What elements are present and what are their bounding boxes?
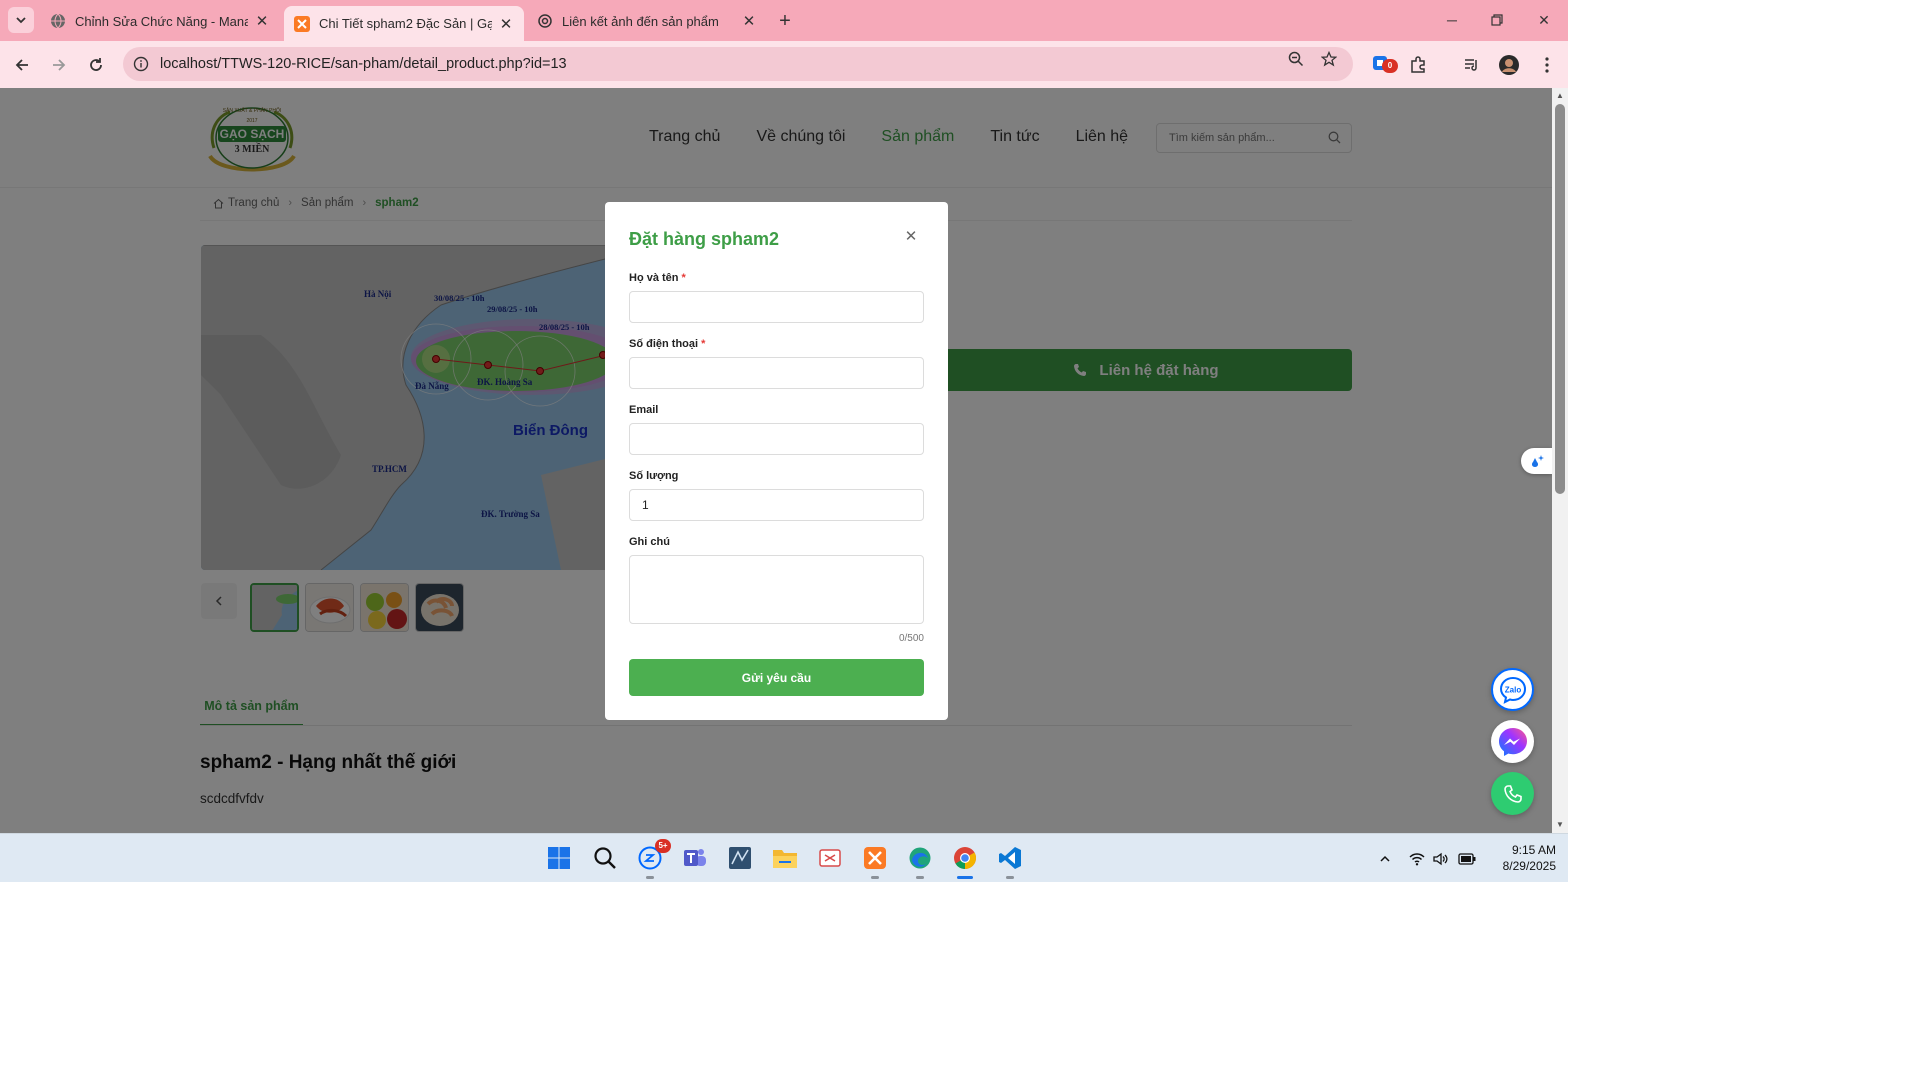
restore-button[interactable]: [1482, 8, 1512, 32]
extension-counter-icon[interactable]: 0: [1370, 53, 1398, 77]
zalo-chat-button[interactable]: Zalo: [1491, 668, 1534, 711]
phone-label-text: Số điện thoại: [629, 338, 699, 350]
close-icon[interactable]: ✕: [741, 13, 757, 30]
page-viewport: SẢN XUẤT & PHÂN PHỐI 2017 GẠO SẠCH 3 MIỀ…: [0, 88, 1552, 833]
char-counter: 0/500: [898, 633, 924, 644]
scroll-down-icon[interactable]: ▼: [1555, 820, 1565, 830]
reload-button[interactable]: [82, 51, 110, 79]
quantity-label: Số lượng: [629, 470, 679, 482]
back-button[interactable]: [8, 51, 36, 79]
zalo-app-icon[interactable]: 5+: [635, 839, 671, 879]
zalo-label: Zalo: [1504, 685, 1521, 694]
name-field[interactable]: [629, 291, 924, 323]
edge-icon[interactable]: [905, 843, 935, 879]
mysql-workbench-icon[interactable]: [725, 843, 755, 873]
tab-strip: Chỉnh Sửa Chức Năng - Manage ✕ Chi Tiết …: [0, 0, 1568, 41]
name-label: Họ và tên *: [629, 272, 686, 284]
tab-manage[interactable]: Chỉnh Sửa Chức Năng - Manage ✕: [40, 6, 280, 36]
zalo-notification-badge: 5+: [655, 839, 671, 853]
arrow-right-icon: [53, 59, 66, 71]
windows-start-icon[interactable]: [544, 843, 574, 873]
submit-request-button[interactable]: Gửi yêu cầu: [629, 659, 924, 696]
ai-assistant-button[interactable]: [1521, 448, 1552, 474]
clock-time: 9:15 AM: [1511, 843, 1556, 857]
order-modal: Đặt hàng spham2 ✕ Họ và tên * Số điện tho…: [605, 202, 948, 720]
chrome-icon[interactable]: [950, 843, 980, 879]
required-mark: *: [701, 338, 706, 350]
battery-icon[interactable]: [1458, 850, 1476, 868]
forward-button[interactable]: [45, 51, 73, 79]
running-indicator: [646, 876, 654, 879]
required-mark: *: [681, 272, 686, 284]
address-bar[interactable]: localhost/TTWS-120-RICE/san-pham/detail_…: [123, 47, 1353, 81]
teams-icon[interactable]: [680, 843, 710, 873]
openai-icon: [537, 13, 553, 29]
phone-field[interactable]: [629, 357, 924, 389]
note-field[interactable]: [629, 555, 924, 624]
tab-product-detail[interactable]: Chi Tiết spham2 Đặc Sản | Gạo Sạch ✕: [284, 6, 524, 41]
xampp-app-icon[interactable]: [860, 843, 890, 879]
tab-title: Chi Tiết spham2 Đặc Sản | Gạo Sạch: [319, 16, 492, 31]
note-label: Ghi chú: [629, 536, 670, 548]
close-icon[interactable]: ✕: [903, 229, 919, 245]
kebab-menu-icon[interactable]: [1535, 53, 1559, 77]
tab-link-image[interactable]: Liên kết ảnh đến sản phẩm ✕: [527, 6, 767, 36]
quantity-field[interactable]: [629, 489, 924, 521]
new-tab-button[interactable]: +: [772, 8, 798, 34]
close-window-button[interactable]: ✕: [1529, 8, 1559, 32]
chevron-up-icon[interactable]: [1376, 850, 1394, 868]
messenger-icon: [1498, 727, 1527, 756]
xampp-icon: [294, 15, 310, 32]
name-label-text: Họ và tên: [629, 272, 679, 284]
restore-icon: [1491, 14, 1503, 26]
tab-title: Chỉnh Sửa Chức Năng - Manage: [75, 13, 248, 29]
sparkle-icon: [1531, 455, 1544, 467]
snipping-tool-icon[interactable]: [815, 843, 845, 873]
reload-icon: [90, 58, 102, 71]
modal-title: Đặt hàng spham2: [629, 229, 780, 249]
zoom-icon[interactable]: [1286, 49, 1306, 69]
running-indicator: [1006, 876, 1014, 879]
file-explorer-icon[interactable]: [770, 843, 800, 873]
zalo-icon: Zalo: [1499, 676, 1526, 704]
running-indicator: [957, 876, 973, 879]
email-label: Email: [629, 404, 659, 416]
page-scrollbar[interactable]: ▲ ▼: [1552, 88, 1568, 833]
vscode-icon[interactable]: [995, 843, 1025, 879]
system-clock[interactable]: 9:15 AM 8/29/2025: [1486, 842, 1556, 874]
phone-label: Số điện thoại *: [629, 338, 705, 350]
email-field[interactable]: [629, 423, 924, 455]
globe-icon: [50, 13, 66, 29]
close-icon[interactable]: ✕: [498, 16, 514, 33]
tab-search-button[interactable]: [8, 7, 34, 33]
clock-date: 8/29/2025: [1502, 859, 1556, 873]
browser-chrome: Chỉnh Sửa Chức Năng - Manage ✕ Chi Tiết …: [0, 0, 1568, 88]
url-text: localhost/TTWS-120-RICE/san-pham/detail_…: [160, 56, 567, 72]
site-info-icon[interactable]: [126, 49, 156, 79]
extension-badge: 0: [1382, 59, 1398, 73]
running-indicator: [916, 876, 924, 879]
phone-icon: [1503, 784, 1522, 803]
chevron-down-icon: [16, 17, 26, 24]
search-icon[interactable]: [590, 843, 620, 873]
tab-title: Liên kết ảnh đến sản phẩm: [562, 13, 719, 29]
wifi-icon[interactable]: [1408, 850, 1426, 868]
bookmark-star-icon[interactable]: [1319, 49, 1339, 69]
messenger-button[interactable]: [1491, 720, 1534, 763]
volume-icon[interactable]: [1432, 850, 1450, 868]
phone-call-button[interactable]: [1491, 772, 1534, 815]
running-indicator: [871, 876, 879, 879]
minimize-button[interactable]: ─: [1437, 8, 1467, 32]
windows-taskbar: 5+ 9:15 AM 8/29/2025: [0, 833, 1568, 882]
arrow-left-icon: [15, 59, 28, 71]
profile-avatar[interactable]: [1497, 53, 1521, 77]
close-icon[interactable]: ✕: [254, 13, 270, 30]
browser-toolbar: localhost/TTWS-120-RICE/san-pham/detail_…: [0, 41, 1568, 88]
media-control-icon[interactable]: [1460, 53, 1484, 77]
scrollbar-thumb[interactable]: [1555, 104, 1565, 494]
scroll-up-icon[interactable]: ▲: [1555, 91, 1565, 101]
extensions-puzzle-icon[interactable]: [1406, 53, 1430, 77]
